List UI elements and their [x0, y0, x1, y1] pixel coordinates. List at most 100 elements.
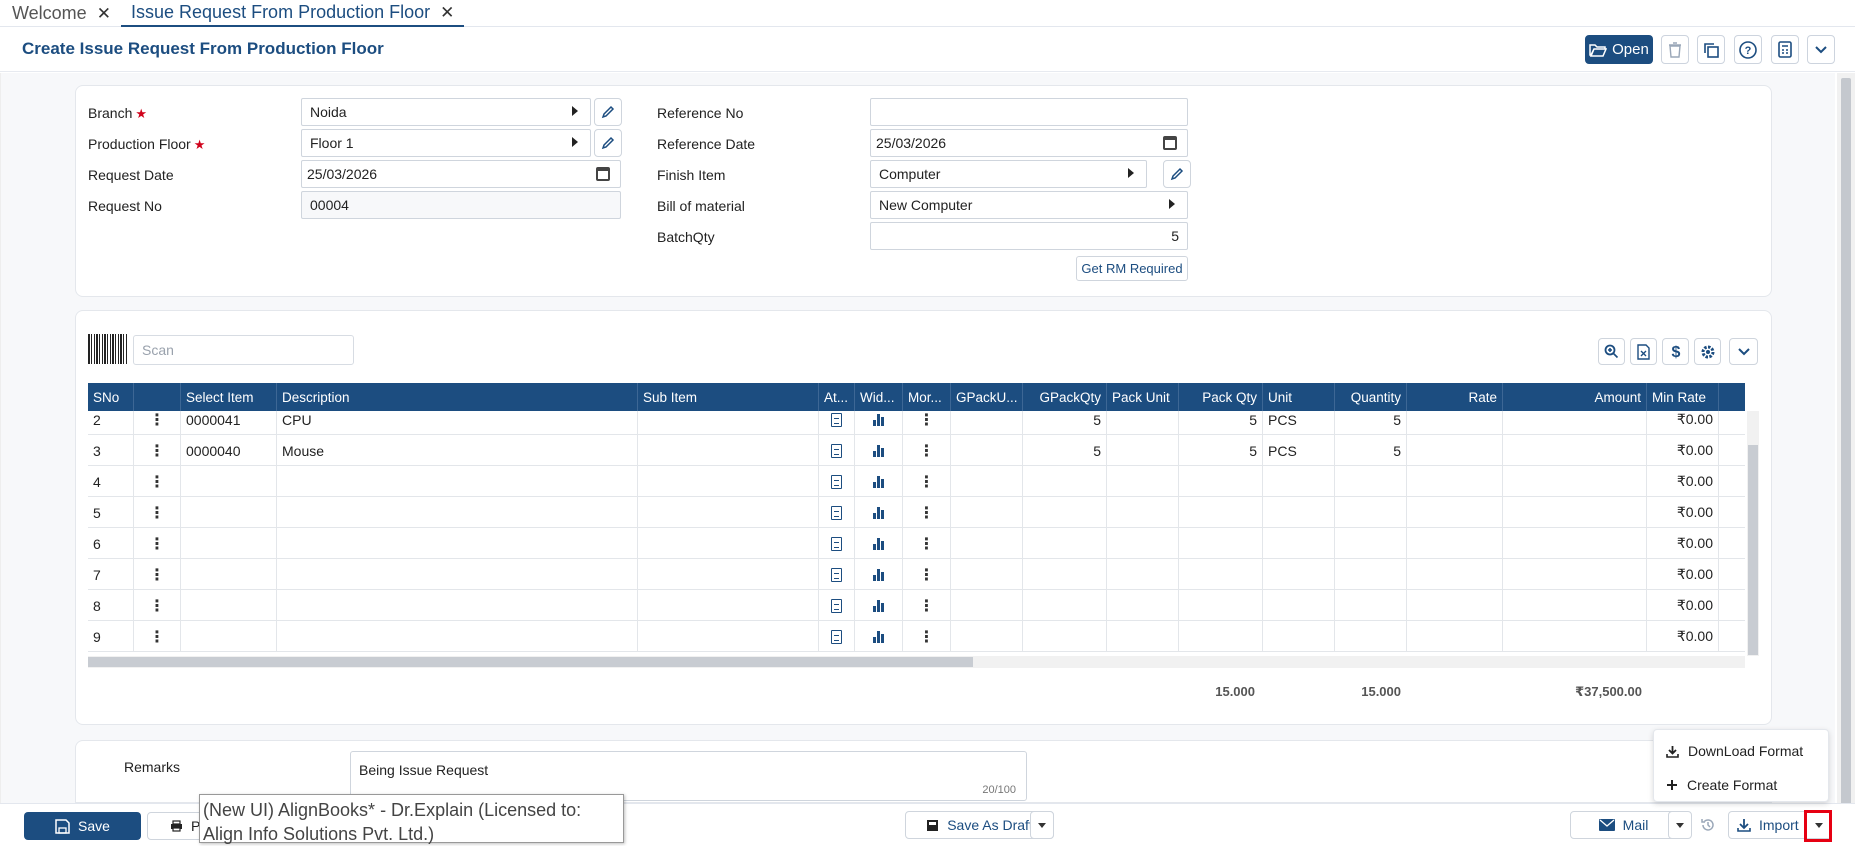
table-cell[interactable] — [638, 590, 819, 621]
col-sub-item[interactable]: Sub Item — [638, 383, 819, 411]
table-cell[interactable] — [1107, 435, 1179, 466]
cell-qty[interactable] — [1335, 466, 1407, 497]
currency-button[interactable]: $ — [1662, 338, 1689, 365]
help-button[interactable]: ? — [1734, 35, 1762, 64]
menu-item-download-format[interactable]: DownLoad Format — [1666, 743, 1803, 759]
cell-minrate[interactable]: ₹0.00 — [1647, 559, 1719, 590]
table-row[interactable]: 5 ⋮ ⋮ ₹0.00 — [88, 497, 1745, 528]
cell-minrate[interactable]: ₹0.00 — [1647, 435, 1719, 466]
table-cell[interactable] — [1503, 466, 1647, 497]
close-icon[interactable]: ✕ — [97, 4, 111, 24]
cell-qty[interactable] — [1335, 497, 1407, 528]
production-floor-select[interactable]: Floor 1 — [301, 129, 591, 157]
table-cell[interactable] — [951, 590, 1023, 621]
grid-vertical-scrollbar-thumb[interactable] — [1748, 445, 1758, 655]
cell-desc[interactable]: CPU — [277, 411, 638, 435]
grid-collapse-button[interactable] — [1729, 338, 1758, 365]
cell-qty[interactable]: 5 — [1335, 411, 1407, 435]
table-cell[interactable] — [1503, 621, 1647, 652]
get-rm-required-button[interactable]: Get RM Required — [1076, 256, 1188, 281]
cell-qty[interactable] — [1335, 590, 1407, 621]
cell-qty[interactable] — [1335, 559, 1407, 590]
cell-sno[interactable]: 7 — [88, 559, 134, 590]
kebab-menu-icon[interactable]: ⋮ — [903, 497, 951, 528]
table-cell[interactable] — [638, 559, 819, 590]
col-widget[interactable]: Wid... — [855, 383, 903, 411]
cell-qty[interactable] — [1335, 621, 1407, 652]
table-cell[interactable] — [951, 528, 1023, 559]
cell-unit[interactable] — [1263, 621, 1335, 652]
finish-item-select[interactable]: Computer — [870, 160, 1147, 188]
col-description[interactable]: Description — [277, 383, 638, 411]
kebab-menu-icon[interactable]: ⋮ — [134, 466, 181, 497]
col-pack-unit[interactable]: Pack Unit — [1107, 383, 1179, 411]
kebab-menu-icon[interactable]: ⋮ — [134, 435, 181, 466]
draft-dropdown-button[interactable] — [1030, 811, 1054, 839]
table-cell[interactable] — [951, 435, 1023, 466]
cell-gpackqty[interactable] — [1023, 590, 1107, 621]
attachment-icon[interactable] — [819, 559, 855, 590]
col-min-rate[interactable]: Min Rate — [1647, 383, 1719, 411]
cell-item[interactable] — [181, 466, 277, 497]
cell-minrate[interactable]: ₹0.00 — [1647, 590, 1719, 621]
cell-unit[interactable] — [1263, 590, 1335, 621]
request-date-field[interactable]: 25/03/2026 — [301, 160, 621, 188]
table-cell[interactable] — [638, 497, 819, 528]
cell-unit[interactable] — [1263, 466, 1335, 497]
cell-gpackqty[interactable] — [1023, 497, 1107, 528]
bill-of-material-select[interactable]: New Computer — [870, 191, 1188, 219]
table-cell[interactable] — [1107, 528, 1179, 559]
cell-item[interactable] — [181, 559, 277, 590]
edit-branch-button[interactable] — [594, 98, 622, 126]
cell-desc[interactable] — [277, 466, 638, 497]
reference-date-field[interactable]: 25/03/2026 — [870, 129, 1188, 157]
calendar-icon[interactable] — [1163, 136, 1177, 150]
col-sno[interactable]: SNo — [88, 383, 134, 411]
table-cell[interactable] — [1407, 466, 1503, 497]
reference-no-input[interactable] — [870, 98, 1188, 126]
attachment-icon[interactable] — [819, 528, 855, 559]
cell-desc[interactable] — [277, 621, 638, 652]
page-scrollbar-thumb[interactable] — [1841, 78, 1851, 806]
table-cell[interactable] — [1407, 435, 1503, 466]
col-attachment[interactable]: At... — [819, 383, 855, 411]
kebab-menu-icon[interactable]: ⋮ — [903, 528, 951, 559]
bar-chart-icon[interactable] — [855, 497, 903, 528]
table-cell[interactable] — [1407, 497, 1503, 528]
kebab-menu-icon[interactable]: ⋮ — [134, 590, 181, 621]
cell-gpackqty[interactable] — [1023, 559, 1107, 590]
cell-item[interactable] — [181, 497, 277, 528]
kebab-menu-icon[interactable]: ⋮ — [134, 411, 181, 435]
cell-packqty[interactable] — [1179, 590, 1263, 621]
menu-item-create-format[interactable]: Create Format — [1666, 777, 1777, 793]
cell-desc[interactable] — [277, 528, 638, 559]
cell-packqty[interactable] — [1179, 559, 1263, 590]
table-cell[interactable] — [638, 435, 819, 466]
history-button[interactable] — [1695, 811, 1721, 839]
scan-input[interactable]: Scan — [133, 335, 354, 365]
cell-qty[interactable] — [1335, 528, 1407, 559]
table-cell[interactable] — [951, 497, 1023, 528]
table-cell[interactable] — [1107, 559, 1179, 590]
close-icon[interactable]: ✕ — [440, 3, 454, 23]
attachment-icon[interactable] — [819, 466, 855, 497]
kebab-menu-icon[interactable]: ⋮ — [903, 411, 951, 435]
cell-minrate[interactable]: ₹0.00 — [1647, 528, 1719, 559]
table-cell[interactable] — [638, 621, 819, 652]
cell-packqty[interactable] — [1179, 528, 1263, 559]
col-gpackunit[interactable]: GPackU... — [951, 383, 1023, 411]
table-cell[interactable] — [1407, 528, 1503, 559]
cell-packqty[interactable]: 5 — [1179, 411, 1263, 435]
cell-packqty[interactable]: 5 — [1179, 435, 1263, 466]
table-cell[interactable] — [1107, 497, 1179, 528]
cell-unit[interactable]: PCS — [1263, 411, 1335, 435]
cell-desc[interactable] — [277, 559, 638, 590]
table-cell[interactable] — [1107, 411, 1179, 435]
settings-button[interactable] — [1694, 338, 1721, 365]
table-cell[interactable] — [1407, 621, 1503, 652]
table-cell[interactable] — [1503, 590, 1647, 621]
table-row[interactable]: 4 ⋮ ⋮ ₹0.00 — [88, 466, 1745, 497]
cell-sno[interactable]: 4 — [88, 466, 134, 497]
cell-sno[interactable]: 3 — [88, 435, 134, 466]
print-button[interactable]: P — [147, 812, 207, 840]
